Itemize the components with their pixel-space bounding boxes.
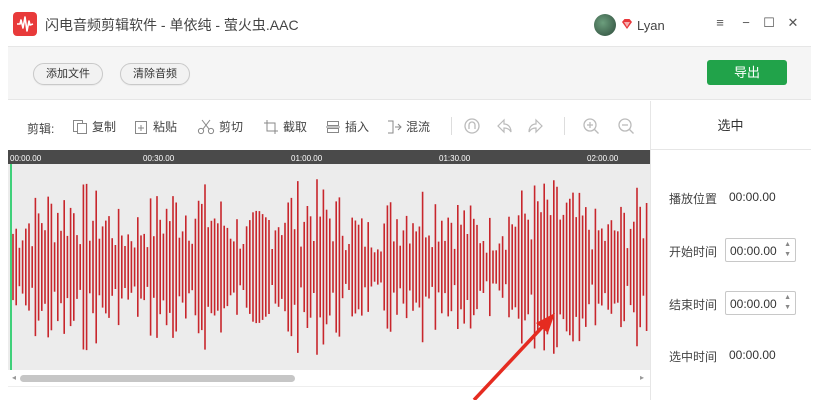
annotation-arrow [472,313,555,400]
